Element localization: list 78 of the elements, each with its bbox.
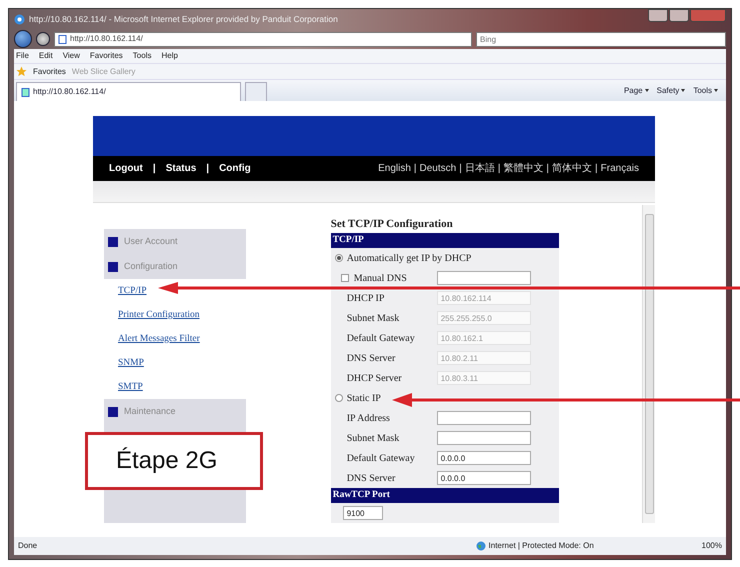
input-field[interactable]: 0.0.0.0 <box>436 451 531 465</box>
square-icon <box>108 406 118 416</box>
sidebar-link[interactable]: SMTP <box>118 380 143 394</box>
input-field[interactable] <box>436 431 531 445</box>
form-title: Set TCP/IP Configuration <box>330 217 454 231</box>
input-field[interactable] <box>436 271 531 285</box>
close-button[interactable] <box>690 9 726 22</box>
command-menu[interactable]: Tools <box>693 84 718 96</box>
browser-tab[interactable]: http://10.80.162.114/ <box>16 82 241 101</box>
back-button[interactable] <box>14 30 32 48</box>
checkbox-option[interactable]: Manual DNS <box>330 270 437 286</box>
field-label: Default Gateway <box>346 332 416 346</box>
maximize-button[interactable] <box>669 9 689 22</box>
nav-link[interactable]: Status <box>166 161 196 176</box>
menu-item[interactable]: View <box>62 50 80 62</box>
square-icon <box>108 236 118 246</box>
field-label: Default Gateway <box>346 452 416 466</box>
separator: | <box>498 162 500 176</box>
radio-option[interactable]: Static IP <box>330 390 381 406</box>
step-label: Étape 2G <box>85 432 263 490</box>
new-tab-button[interactable] <box>245 82 267 101</box>
language-link[interactable]: Français <box>600 161 639 176</box>
separator: | <box>546 162 550 176</box>
search-field[interactable]: Bing <box>476 32 726 46</box>
field-label: Subnet Mask <box>346 432 400 446</box>
field-label: DNS Server <box>346 472 396 486</box>
field-label: Subnet Mask <box>346 312 400 326</box>
menu-item[interactable]: Favorites <box>90 50 123 62</box>
favorites-button[interactable]: Favorites <box>33 66 66 78</box>
section-header: TCP/IP <box>330 233 559 248</box>
caret-icon <box>714 89 718 92</box>
input-field[interactable] <box>436 411 531 425</box>
command-menu[interactable]: Safety <box>656 84 686 96</box>
separator: | <box>459 162 462 176</box>
sidebar-link[interactable]: Alert Messages Filter <box>118 332 200 346</box>
language-link[interactable]: 简体中文 <box>552 161 592 176</box>
menu-item[interactable]: File <box>16 50 29 62</box>
window-title: http://10.80.162.114/ - Microsoft Internet Explorer provided by Panduit Corporation <box>29 12 338 26</box>
sidebar-link[interactable]: SNMP <box>118 356 144 370</box>
sidebar-link[interactable]: Printer Configuration <box>118 308 200 322</box>
menu-item[interactable]: Edit <box>38 50 53 62</box>
security-zone: Internet | Protected Mode: On <box>488 540 594 552</box>
section-header: RawTCP Port <box>330 488 559 503</box>
input-field[interactable]: 0.0.0.0 <box>436 471 531 485</box>
page-icon <box>21 88 30 96</box>
square-icon <box>108 262 118 272</box>
field-label: DNS Server <box>346 352 396 366</box>
input-field[interactable]: 9100 <box>342 506 383 520</box>
separator: | <box>206 162 210 176</box>
command-menu[interactable]: Page <box>624 84 649 96</box>
field-label: DHCP IP <box>346 292 386 306</box>
minimize-button[interactable] <box>648 9 668 22</box>
language-link[interactable]: 繁體中文 <box>503 161 544 176</box>
sidebar-link[interactable]: TCP/IP <box>118 284 147 298</box>
language-link[interactable]: English <box>378 161 411 176</box>
zoom-level[interactable]: 100% <box>702 540 722 552</box>
language-link[interactable]: Deutsch <box>420 161 456 176</box>
caret-icon <box>644 89 649 92</box>
nav-link[interactable]: Config <box>219 161 251 176</box>
status-text: Done <box>18 540 38 552</box>
menu-item[interactable]: Tools <box>132 50 152 62</box>
menu-item[interactable]: Help <box>161 50 178 62</box>
forward-button[interactable] <box>36 32 50 46</box>
star-icon <box>16 66 27 77</box>
nav-link[interactable]: Logout <box>109 161 143 176</box>
radio-option[interactable]: Automatically get IP by DHCP <box>330 250 472 266</box>
page-icon <box>58 34 67 44</box>
separator: | <box>595 162 598 176</box>
scrollbar[interactable] <box>642 205 655 523</box>
separator: | <box>152 162 156 176</box>
field-label: DHCP Server <box>346 372 403 386</box>
field-label: IP Address <box>346 412 391 426</box>
globe-icon <box>476 541 486 551</box>
separator: | <box>414 162 417 176</box>
browser-logo-icon <box>14 14 25 24</box>
caret-icon <box>681 89 686 92</box>
language-link[interactable]: 日本語 <box>464 161 495 176</box>
address-field[interactable]: http://10.80.162.114/ <box>54 32 472 46</box>
